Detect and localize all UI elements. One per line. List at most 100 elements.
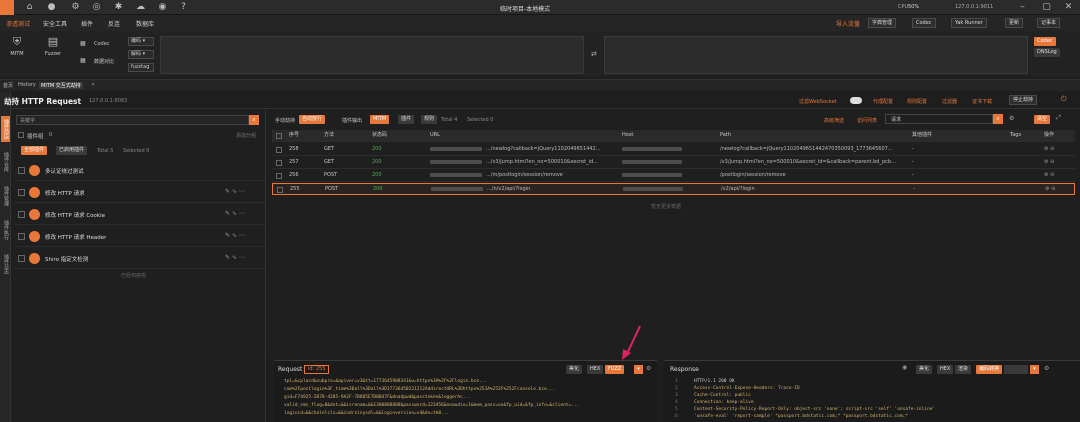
side-dnslog-button[interactable]: DNSLog [1034, 48, 1060, 57]
cloud-icon[interactable]: ☁ [135, 2, 146, 13]
tab-history[interactable]: History [16, 82, 38, 88]
stop-hijack-button[interactable]: 停止劫持 [1009, 95, 1038, 105]
menu-pentest[interactable]: 渗透测试 [6, 19, 30, 28]
select-all-rows-checkbox[interactable] [276, 133, 282, 139]
plugin-checkbox[interactable] [18, 167, 25, 174]
tool-mitm[interactable]: ⛨ MITM [6, 33, 28, 69]
github-icon[interactable]: ◉ [157, 2, 168, 13]
sidebar-plugin-manage[interactable]: 插件管理 [1, 182, 10, 210]
dropdown-icon[interactable]: ▾ [1030, 365, 1039, 374]
resp-hex-button[interactable]: HEX [937, 365, 954, 374]
row-action-icon[interactable]: ⚙ ⊖ [1044, 170, 1054, 181]
import-traffic-button[interactable]: 导入流量 [836, 19, 860, 28]
list-item[interactable]: Shiro 指定文检测 ✎ ∿ ⋯ [15, 249, 265, 269]
power-icon[interactable]: ⏻ [1061, 95, 1067, 104]
plugin-checkbox[interactable] [18, 233, 25, 240]
settings-icon[interactable]: ⚙ [646, 365, 651, 372]
menu-database[interactable]: 数据库 [136, 19, 154, 28]
maximize-icon[interactable]: ▢ [1041, 2, 1052, 13]
select-all-checkbox[interactable] [18, 132, 24, 138]
tab-close-icon[interactable]: ✕ [91, 82, 95, 88]
row-checkbox[interactable] [277, 187, 283, 193]
plugin-checkbox[interactable] [18, 189, 25, 196]
search-icon[interactable]: ⌕ [993, 114, 1003, 124]
codec-output[interactable] [604, 36, 1028, 74]
list-item[interactable]: 多认证绕过测试 [15, 161, 265, 181]
notepad-button[interactable]: 记事本 [1037, 18, 1061, 28]
table-row[interactable]: 258 GET 200 .../newlog?callback=jQuery11… [272, 144, 1075, 156]
menu-reverse[interactable]: 反连 [108, 19, 120, 28]
table-row[interactable]: 255 POST 200 .../n/v2/api/?login /v2/api… [272, 183, 1075, 195]
codec-button[interactable]: Codec [912, 18, 936, 28]
tool-compare[interactable]: 数据对比 [94, 58, 114, 65]
row-action-icon[interactable]: ⚙ ⊖ [1044, 157, 1054, 168]
tool-codec[interactable]: Codec [94, 41, 110, 47]
sidebar-plugin-log[interactable]: 插件日志 [1, 250, 10, 278]
settings-icon[interactable]: ⚙ [1009, 115, 1014, 122]
mode-auto-pass[interactable]: 自动放行 [299, 115, 326, 124]
close-icon[interactable]: ✕ [1063, 2, 1074, 13]
row-checkbox[interactable] [276, 160, 282, 166]
yak-runner-button[interactable]: Yak Runner [951, 18, 987, 28]
resp-beautify-button[interactable]: 美化 [916, 365, 933, 374]
fuzztag-select[interactable]: fuzztag [128, 63, 154, 72]
proxy-config-link[interactable]: 代理配置 [873, 98, 893, 105]
clear-button[interactable]: 清空 [1034, 115, 1051, 124]
list-item[interactable]: 修改 HTTP 请求 ✎ ∿ ⋯ [15, 183, 265, 203]
rule-config-link[interactable]: 规则配置 [907, 98, 927, 105]
tab-enabled-plugins[interactable]: 已启用插件 [56, 146, 88, 155]
menu-plugins[interactable]: 插件 [81, 19, 93, 28]
list-item[interactable]: 修改 HTTP 请求 Header ✎ ∿ ⋯ [15, 227, 265, 247]
plugin-button[interactable]: 插件 [398, 115, 415, 124]
mode-manual[interactable]: 手动劫持 [275, 117, 295, 124]
plugin-checkbox[interactable] [18, 211, 25, 218]
access-list-link[interactable]: 访问列表 [857, 117, 877, 124]
tab-home[interactable]: 首页 [1, 82, 15, 89]
plugin-actions-icon[interactable]: ✎ ∿ ⋯ [225, 188, 245, 195]
cert-download-link[interactable]: 证书下载 [972, 98, 992, 105]
resp-render-button[interactable]: 渲染 [955, 365, 972, 374]
advanced-filter-link[interactable]: 高级筛选 [824, 117, 844, 124]
encoding-select[interactable] [1004, 365, 1028, 374]
codec-input[interactable] [160, 36, 584, 74]
bug-icon[interactable]: ✱ [113, 2, 124, 13]
home-icon[interactable]: ⌂ [24, 2, 35, 13]
tool-fuzzer[interactable]: ▤ Fuzzer [42, 33, 64, 69]
decode-select[interactable]: 解码 ▾ [128, 50, 154, 59]
websocket-toggle[interactable] [850, 97, 862, 104]
fuzz-button[interactable]: FUZZ [605, 365, 625, 374]
sidebar-plugin-repo[interactable]: 插件仓库 [1, 148, 10, 176]
tab-all-plugins[interactable]: 全部插件 [21, 146, 48, 155]
chrome-icon[interactable]: ◉ [902, 364, 907, 371]
plugin-actions-icon[interactable]: ✎ ∿ ⋯ [225, 254, 245, 261]
sidebar-plugin-run[interactable]: 插件执行 [1, 216, 10, 244]
row-checkbox[interactable] [276, 147, 282, 153]
search-icon[interactable]: ⌕ [249, 115, 259, 125]
row-checkbox[interactable] [276, 173, 282, 179]
minimize-icon[interactable]: – [1017, 2, 1028, 13]
encode-select[interactable]: 编码 ▾ [128, 37, 154, 46]
dropdown-icon[interactable]: ▾ [634, 365, 643, 374]
fullscreen-icon[interactable]: ⤢ [1056, 114, 1061, 122]
beautify-button[interactable]: 美化 [566, 365, 583, 374]
help-icon[interactable]: ? [178, 2, 189, 13]
row-action-icon[interactable]: ⚙ ⊖ [1044, 144, 1054, 155]
sidebar-plugin-store[interactable]: 插件商店 [1, 116, 10, 142]
list-item[interactable]: 修改 HTTP 请求 Cookie ✎ ∿ ⋯ [15, 205, 265, 225]
update-button[interactable]: 更新 [1005, 18, 1024, 28]
mode-plugin-output[interactable]: 插件输出 [342, 117, 362, 124]
settings-icon[interactable]: ⚙ [70, 2, 81, 13]
mitm-button[interactable]: MITM [370, 115, 390, 124]
hex-button[interactable]: HEX [587, 365, 604, 374]
tab-mitm[interactable]: MITM 交互式劫持 [39, 82, 83, 89]
globe-icon[interactable]: ◎ [91, 2, 102, 13]
filter-link[interactable]: 过滤器 [942, 98, 957, 105]
plugin-actions-icon[interactable]: ✎ ∿ ⋯ [225, 232, 245, 239]
table-row[interactable]: 256 POST 200 .../m/postlogin/session/rem… [272, 170, 1075, 182]
keyword-search-input[interactable]: 关键字 [16, 115, 249, 125]
encoding-convert-button[interactable]: 编码转换 [976, 365, 1003, 374]
add-group-link[interactable]: 添加分组 [236, 132, 256, 139]
menu-security-tools[interactable]: 安全工具 [43, 19, 67, 28]
plugin-actions-icon[interactable]: ✎ ∿ ⋯ [225, 210, 245, 217]
side-codec-button[interactable]: Codec [1034, 37, 1056, 46]
